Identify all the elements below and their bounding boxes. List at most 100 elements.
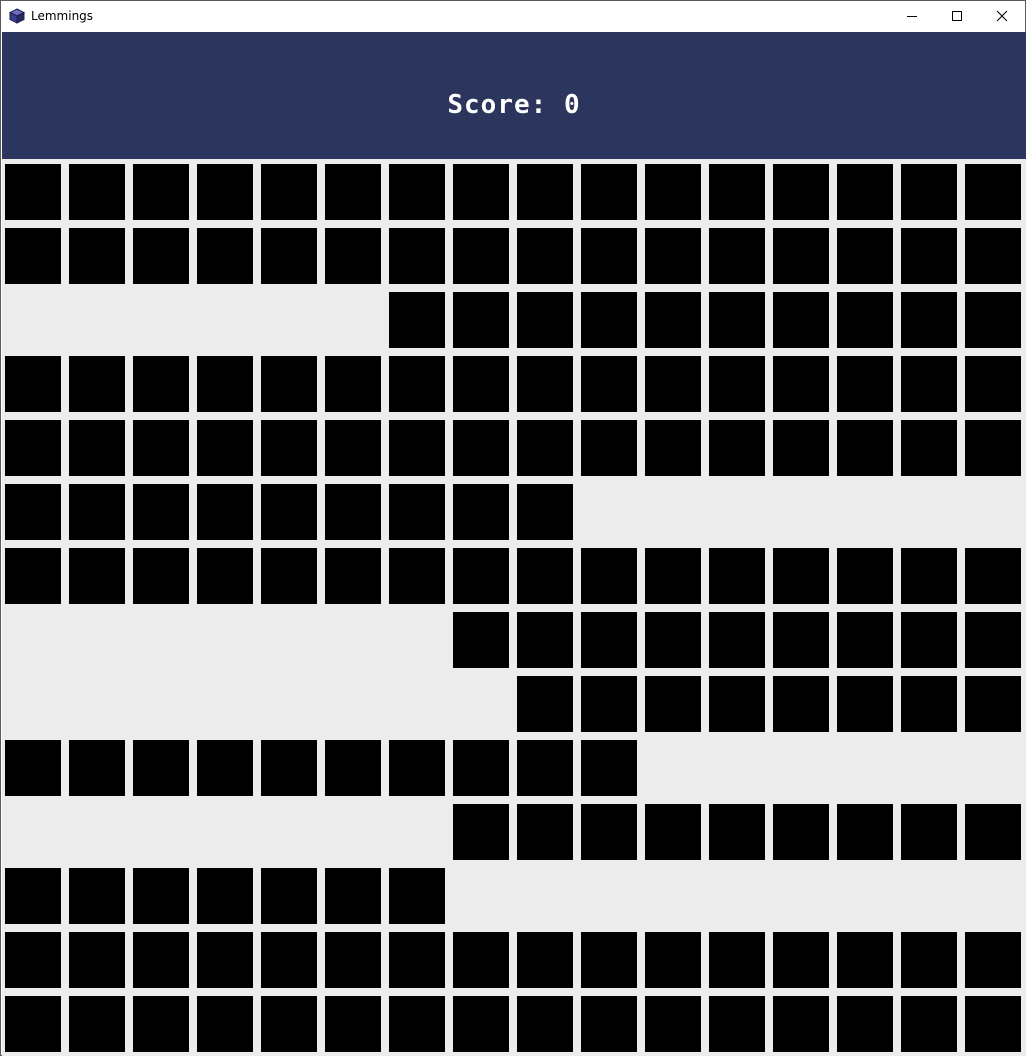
terrain-block: [709, 356, 765, 412]
terrain-block: [517, 740, 573, 796]
terrain-block: [133, 996, 189, 1052]
terrain-block: [581, 420, 637, 476]
terrain-block: [325, 996, 381, 1052]
terrain-block: [645, 292, 701, 348]
terrain-block: [965, 548, 1021, 604]
terrain-block: [901, 932, 957, 988]
terrain-block: [709, 292, 765, 348]
terrain-block: [581, 996, 637, 1052]
terrain-block: [709, 548, 765, 604]
terrain-block: [325, 548, 381, 604]
close-icon: [996, 10, 1008, 22]
level-playfield[interactable]: [2, 159, 1026, 1056]
terrain-block: [901, 228, 957, 284]
minimize-button[interactable]: [889, 1, 935, 31]
terrain-block: [389, 420, 445, 476]
terrain-block: [901, 804, 957, 860]
terrain-block: [389, 548, 445, 604]
terrain-block: [453, 420, 509, 476]
terrain-block: [197, 228, 253, 284]
terrain-block: [325, 164, 381, 220]
terrain-block: [581, 932, 637, 988]
terrain-block: [901, 292, 957, 348]
terrain-block: [517, 356, 573, 412]
terrain-block: [965, 996, 1021, 1052]
terrain-block: [517, 420, 573, 476]
terrain-block: [837, 548, 893, 604]
terrain-block: [5, 484, 61, 540]
terrain-block: [773, 164, 829, 220]
terrain-block: [261, 548, 317, 604]
terrain-block: [517, 932, 573, 988]
terrain-block: [581, 612, 637, 668]
terrain-block: [581, 676, 637, 732]
score-label: Score:: [447, 90, 548, 120]
terrain-block: [325, 228, 381, 284]
terrain-block: [965, 676, 1021, 732]
terrain-block: [645, 164, 701, 220]
terrain-block: [453, 996, 509, 1052]
terrain-block: [261, 356, 317, 412]
terrain-block: [197, 548, 253, 604]
terrain-block: [773, 676, 829, 732]
terrain-block: [453, 548, 509, 604]
terrain-block: [133, 356, 189, 412]
terrain-block: [197, 932, 253, 988]
terrain-block: [389, 868, 445, 924]
terrain-block: [581, 548, 637, 604]
minimize-icon: [906, 10, 918, 22]
terrain-block: [517, 612, 573, 668]
terrain-block: [709, 932, 765, 988]
terrain-block: [133, 548, 189, 604]
terrain-block: [517, 484, 573, 540]
terrain-block: [325, 356, 381, 412]
terrain-block: [325, 420, 381, 476]
terrain-block: [773, 228, 829, 284]
terrain-block: [453, 292, 509, 348]
terrain-block: [5, 740, 61, 796]
maximize-icon: [951, 10, 963, 22]
terrain-block: [453, 228, 509, 284]
terrain-block: [773, 996, 829, 1052]
terrain-block: [837, 932, 893, 988]
terrain-block: [773, 356, 829, 412]
cube-icon: [8, 8, 26, 24]
terrain-block: [261, 932, 317, 988]
terrain-block: [709, 228, 765, 284]
terrain-block: [69, 420, 125, 476]
terrain-block: [453, 932, 509, 988]
terrain-block: [197, 164, 253, 220]
game-window: Lemmings Score: 0: [0, 0, 1026, 1056]
terrain-block: [389, 996, 445, 1052]
terrain-block: [773, 548, 829, 604]
terrain-block: [197, 740, 253, 796]
terrain-block: [581, 356, 637, 412]
terrain-block: [69, 228, 125, 284]
maximize-button[interactable]: [934, 1, 980, 31]
terrain-block: [261, 420, 317, 476]
terrain-block: [5, 996, 61, 1052]
terrain-block: [965, 356, 1021, 412]
terrain-block: [325, 932, 381, 988]
title-bar[interactable]: Lemmings: [1, 1, 1025, 31]
terrain-block: [581, 228, 637, 284]
terrain-block: [69, 868, 125, 924]
terrain-block: [773, 932, 829, 988]
terrain-block: [389, 740, 445, 796]
close-button[interactable]: [979, 1, 1025, 31]
terrain-block: [645, 228, 701, 284]
terrain-block: [261, 164, 317, 220]
terrain-block: [197, 420, 253, 476]
terrain-block: [133, 420, 189, 476]
terrain-block: [517, 292, 573, 348]
terrain-block: [69, 548, 125, 604]
terrain-block: [133, 740, 189, 796]
terrain-block: [5, 548, 61, 604]
terrain-block: [517, 804, 573, 860]
terrain-block: [5, 420, 61, 476]
terrain-block: [645, 932, 701, 988]
window-title: Lemmings: [31, 9, 94, 23]
terrain-block: [837, 804, 893, 860]
terrain-block: [5, 932, 61, 988]
terrain-block: [773, 292, 829, 348]
